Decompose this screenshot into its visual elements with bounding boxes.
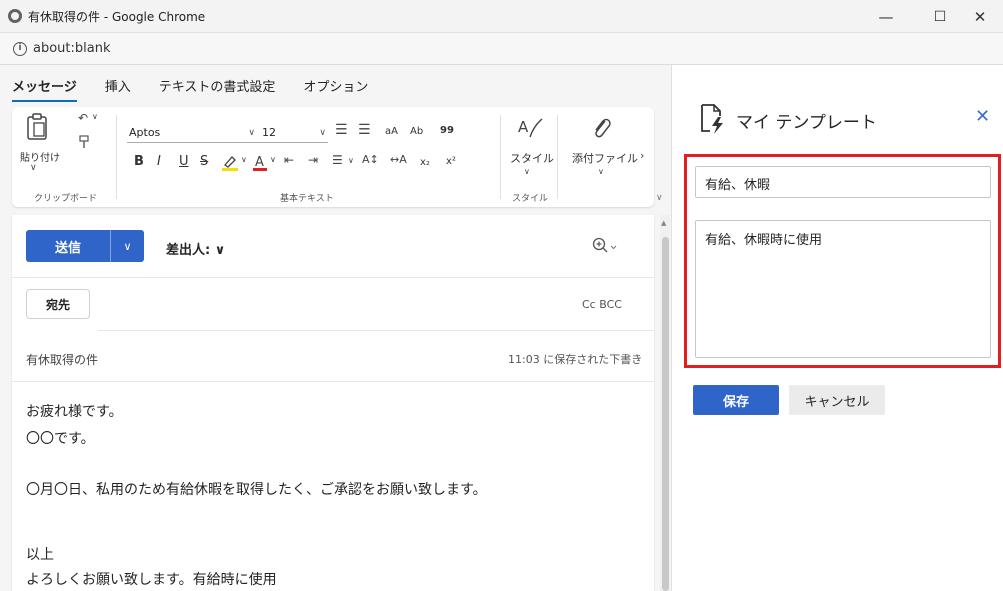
format-painter-icon[interactable] (78, 135, 90, 149)
address-bar: i about:blank (0, 33, 1003, 65)
chevron-down-icon[interactable]: ∨ (524, 167, 530, 176)
decrease-indent-icon[interactable]: ⇤ (284, 153, 294, 167)
style-button-label[interactable]: スタイル (510, 150, 554, 166)
ribbon-toolbar: 貼り付け ∨ ↶ ∨ クリップボード Aptos ∨ 12 ∨ ☰ ☰ aA Ab … (12, 107, 654, 207)
browser-title-bar: 有休取得の件 - Google Chrome — ☐ ✕ (0, 0, 1003, 33)
spelling-button[interactable]: Ab (410, 126, 423, 137)
template-name-input[interactable]: 有給、休暇 (695, 166, 991, 198)
italic-button[interactable]: I (157, 154, 161, 169)
close-icon[interactable]: ✕ (975, 106, 990, 127)
chevron-down-icon[interactable]: ∨ (348, 156, 354, 165)
subject-field[interactable]: 有休取得の件 (26, 351, 98, 368)
template-panel-title: マイ テンプレート (736, 113, 877, 133)
align-icon[interactable]: ☰ (332, 153, 343, 167)
chevron-down-icon[interactable]: ∨ (270, 155, 276, 164)
chevron-down-icon: ∨ (319, 128, 326, 138)
chevron-down-icon: ∨ (248, 128, 255, 138)
minimize-button[interactable]: — (863, 0, 909, 33)
scroll-up-icon[interactable]: ▲ (661, 219, 666, 227)
paste-label[interactable]: 貼り付け (20, 149, 60, 164)
bullet-list-icon[interactable]: ☰ (335, 122, 348, 138)
compose-scroll-thumb[interactable] (662, 237, 669, 591)
chrome-app-icon (8, 9, 22, 23)
divider (12, 277, 654, 278)
template-lightning-icon (701, 104, 723, 134)
font-color-icon[interactable]: A (252, 153, 268, 171)
send-button-group: 送信 ∨ (26, 230, 144, 262)
numbered-list-icon[interactable]: ☰ (358, 122, 371, 138)
basic-text-group-label: 基本テキスト (280, 194, 334, 204)
zoom-icon[interactable] (592, 237, 618, 255)
tab-message[interactable]: メッセージ (12, 76, 77, 102)
body-line[interactable]: お疲れ様です。 (26, 401, 123, 421)
send-button[interactable]: 送信 (26, 230, 110, 262)
bold-button[interactable]: B (134, 154, 144, 169)
to-button[interactable]: 宛先 (26, 289, 90, 319)
paragraph-direction-icon[interactable]: ↔A (390, 153, 407, 166)
style-icon[interactable]: A (516, 115, 544, 141)
from-selector[interactable]: 差出人: ∨ (166, 239, 225, 258)
ribbon-expand-icon[interactable]: ∨ (656, 193, 663, 203)
paperclip-icon[interactable] (590, 115, 612, 141)
body-line[interactable]: 〇〇です。 (26, 428, 95, 448)
font-size-select[interactable]: 12 ∨ (260, 125, 328, 143)
cancel-button[interactable]: キャンセル (789, 385, 885, 415)
undo-icon[interactable]: ↶ (78, 111, 88, 125)
window-title: 有休取得の件 - Google Chrome (28, 9, 206, 24)
svg-text:A: A (255, 155, 264, 170)
cc-bcc-toggle[interactable]: Cc BCC (582, 298, 622, 311)
ribbon-scroll-right-icon[interactable]: › (640, 149, 644, 162)
divider (98, 330, 654, 331)
tab-insert[interactable]: 挿入 (105, 76, 131, 102)
address-url[interactable]: about:blank (33, 41, 111, 56)
ribbon-separator (116, 115, 117, 199)
subscript-button[interactable]: x₂ (420, 157, 430, 168)
body-line[interactable]: 〇月〇日、私用のため有給休暇を取得したく、ご承認をお願い致します。 (26, 479, 487, 499)
increase-font-button[interactable]: aA (385, 126, 398, 137)
divider (12, 381, 654, 382)
font-name-select[interactable]: Aptos ∨ (127, 125, 275, 143)
close-window-button[interactable]: ✕ (957, 0, 1003, 33)
strikethrough-button[interactable]: S (200, 154, 208, 169)
chevron-down-icon[interactable]: ∨ (241, 155, 247, 164)
superscript-button[interactable]: x² (446, 156, 456, 167)
template-body-textarea[interactable]: 有給、休暇時に使用 (695, 220, 991, 358)
line-spacing-icon[interactable]: A↕ (362, 153, 379, 166)
body-line[interactable]: 以上 (26, 544, 54, 564)
svg-text:A: A (518, 118, 529, 136)
tab-options[interactable]: オプション (303, 76, 368, 102)
compose-pane: メッセージ 挿入 テキストの書式設定 オプション 貼り付け ∨ ↶ ∨ クリップ… (0, 65, 672, 591)
style-group-label: スタイル (512, 194, 549, 204)
underline-button[interactable]: U (179, 154, 189, 169)
highlight-icon[interactable] (221, 153, 239, 171)
body-line[interactable]: よろしくお願い致します。有給時に使用 (26, 569, 277, 589)
ribbon-separator (500, 115, 501, 199)
paste-icon[interactable] (26, 113, 48, 141)
template-panel: マイ テンプレート ✕ 有給、休暇 有給、休暇時に使用 保存 キャンセル (673, 65, 1003, 591)
undo-dropdown-icon[interactable]: ∨ (92, 112, 98, 121)
compose-form: 送信 ∨ 差出人: ∨ 宛先 Cc BCC 有休取得の件 11:03 に保存され… (12, 215, 654, 591)
ribbon-tabs: メッセージ 挿入 テキストの書式設定 オプション (12, 76, 396, 102)
increase-indent-icon[interactable]: ⇥ (308, 153, 318, 167)
attach-file-label[interactable]: 添付ファイル (572, 150, 638, 166)
save-button[interactable]: 保存 (693, 385, 779, 415)
draft-saved-status: 11:03 に保存された下書き (508, 353, 643, 366)
clipboard-group-label: クリップボード (34, 194, 98, 204)
chevron-down-icon[interactable]: ∨ (598, 167, 604, 176)
info-icon[interactable]: i (13, 41, 27, 56)
ribbon-separator (557, 115, 558, 199)
send-options-chevron-icon[interactable]: ∨ (110, 230, 144, 262)
tab-format-text[interactable]: テキストの書式設定 (159, 76, 276, 102)
paste-dropdown-icon[interactable]: ∨ (30, 163, 37, 173)
quote-button[interactable]: 99 (440, 125, 454, 136)
